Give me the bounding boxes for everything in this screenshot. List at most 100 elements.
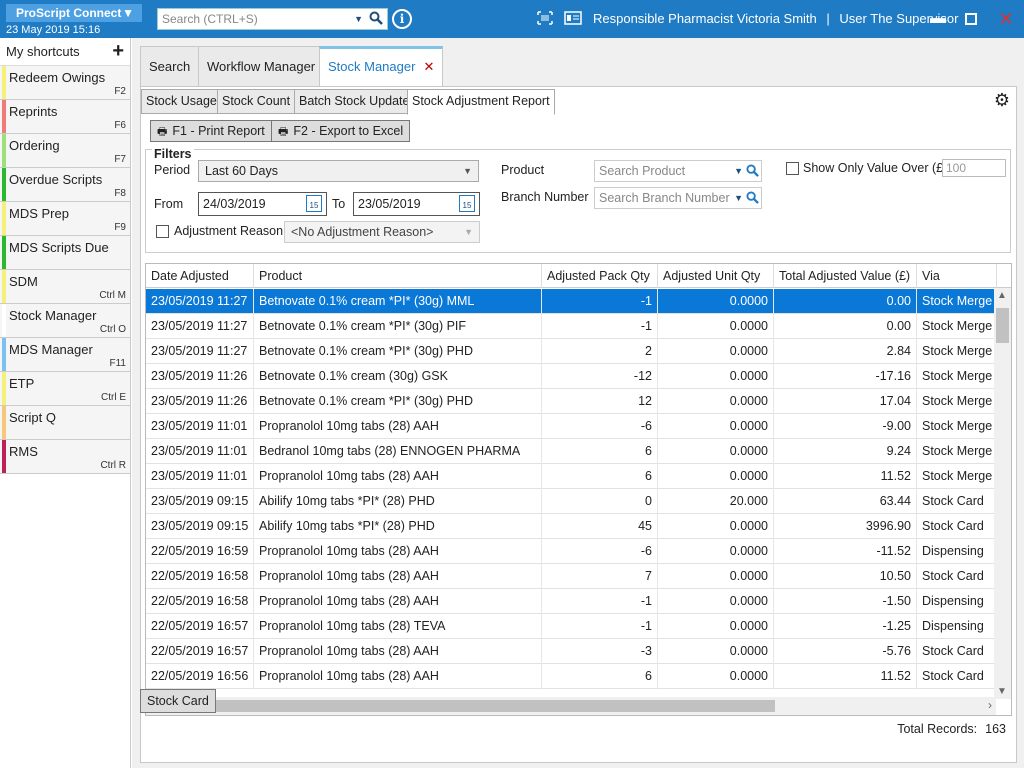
column-header[interactable]: Adjusted Unit Qty	[658, 264, 774, 288]
column-header[interactable]: Product	[254, 264, 542, 288]
table-cell: 0.0000	[658, 364, 774, 389]
scroll-right-icon[interactable]: ›	[988, 698, 992, 712]
pharmacist-label: Responsible Pharmacist	[593, 11, 734, 26]
shortcut-item[interactable]: Script Q	[0, 406, 130, 440]
print-report-button[interactable]: 🖶 F1 - Print Report	[150, 120, 272, 142]
table-row[interactable]: 22/05/2019 16:58 Propranolol 10mg tabs (2…	[146, 564, 997, 589]
vertical-scroll-thumb[interactable]	[996, 308, 1009, 343]
table-row[interactable]: 22/05/2019 16:58 Propranolol 10mg tabs (2…	[146, 589, 997, 614]
value-over-checkbox[interactable]	[786, 162, 799, 175]
filters-panel: Filters Period Last 60 Days ▼ From 24/03/…	[145, 147, 1011, 253]
shortcut-item[interactable]: Redeem Owings F2	[0, 66, 130, 100]
table-row[interactable]: 23/05/2019 11:26 Betnovate 0.1% cream *PI…	[146, 389, 997, 414]
period-select[interactable]: Last 60 Days ▼	[198, 160, 479, 182]
add-shortcut-icon[interactable]: +	[112, 38, 124, 64]
branch-number-search-input[interactable]: Search Branch Number ▼	[594, 187, 762, 209]
adjustment-grid: Date Adjusted Product Adjusted Pack Qty Adj…	[145, 263, 1012, 716]
chevron-down-icon[interactable]: ▼	[734, 188, 743, 208]
adjustment-reason-checkbox[interactable]	[156, 225, 169, 238]
global-search-input[interactable]: Search (CTRL+S) ▼	[157, 8, 388, 30]
branch-placeholder: Search Branch Number	[599, 191, 730, 205]
search-icon[interactable]	[746, 190, 759, 210]
chevron-down-icon[interactable]: ▼	[734, 161, 743, 181]
table-row[interactable]: 23/05/2019 11:01 Bedranol 10mg tabs (28) …	[146, 439, 997, 464]
barcode-scan-icon[interactable]	[537, 11, 553, 28]
column-header[interactable]: Date Adjusted	[146, 264, 254, 288]
table-row[interactable]: 23/05/2019 11:27 Betnovate 0.1% cream *PI…	[146, 314, 997, 339]
table-row[interactable]: 23/05/2019 09:15 Abilify 10mg tabs *PI* (…	[146, 489, 997, 514]
search-icon[interactable]	[369, 11, 383, 31]
shortcut-item[interactable]: MDS Scripts Due	[0, 236, 130, 270]
calendar-icon[interactable]: 15	[459, 195, 475, 212]
scroll-up-icon[interactable]: ▲	[997, 290, 1007, 301]
shortcut-item[interactable]: Stock Manager Ctrl O	[0, 304, 130, 338]
shortcut-color-bar	[2, 168, 6, 201]
info-icon[interactable]: i	[392, 9, 412, 29]
shortcut-item[interactable]: ETP Ctrl E	[0, 372, 130, 406]
table-row[interactable]: 23/05/2019 11:27 Betnovate 0.1% cream *PI…	[146, 289, 997, 314]
shortcut-item[interactable]: MDS Manager F11	[0, 338, 130, 372]
table-row[interactable]: 22/05/2019 16:57 Propranolol 10mg tabs (2…	[146, 614, 997, 639]
tab-stock-manager[interactable]: Stock Manager ✕	[319, 46, 444, 86]
close-window-button[interactable]: ✕	[995, 8, 1017, 30]
shortcut-item[interactable]: MDS Prep F9	[0, 202, 130, 236]
tab-workflow-manager[interactable]: Workflow Manager	[198, 46, 325, 86]
to-date-field[interactable]: 23/05/2019 15	[353, 192, 480, 216]
shortcut-key: Ctrl E	[101, 392, 126, 403]
stock-card-button[interactable]: Stock Card	[140, 689, 216, 713]
gear-icon[interactable]: ⚙	[994, 90, 1010, 111]
subtab-stock-adjustment-report[interactable]: Stock Adjustment Report	[407, 89, 555, 115]
shortcut-item[interactable]: Overdue Scripts F8	[0, 168, 130, 202]
vertical-scrollbar[interactable]: ▲ ▼	[994, 288, 1011, 699]
calendar-icon[interactable]: 15	[306, 195, 322, 212]
horizontal-scroll-thumb[interactable]	[163, 700, 775, 712]
table-row[interactable]: 23/05/2019 11:01 Propranolol 10mg tabs (2…	[146, 464, 997, 489]
search-icon[interactable]	[746, 163, 759, 183]
value-over-input[interactable]: 100	[942, 159, 1006, 177]
table-cell: 0.0000	[658, 564, 774, 589]
app-menu-button[interactable]: ProScript Connect ▼	[6, 4, 142, 22]
table-row[interactable]: 23/05/2019 09:15 Abilify 10mg tabs *PI* (…	[146, 514, 997, 539]
table-cell: 12	[542, 389, 658, 414]
maximize-button[interactable]	[960, 8, 982, 30]
id-card-icon[interactable]	[564, 11, 582, 28]
product-search-input[interactable]: Search Product ▼	[594, 160, 762, 182]
minimize-button[interactable]: ▬	[927, 8, 949, 30]
table-row[interactable]: 23/05/2019 11:01 Propranolol 10mg tabs (2…	[146, 414, 997, 439]
table-row[interactable]: 22/05/2019 16:59 Propranolol 10mg tabs (2…	[146, 539, 997, 564]
subtab-batch-stock-update[interactable]: Batch Stock Update	[294, 89, 415, 114]
export-excel-button[interactable]: 🖶 F2 - Export to Excel	[271, 120, 411, 142]
value-over-label: Show Only Value Over (£)	[803, 161, 948, 175]
table-cell: Stock Card	[917, 664, 997, 689]
chevron-down-icon: ▼	[463, 166, 472, 176]
subtab-stock-usage[interactable]: Stock Usage	[141, 89, 222, 114]
table-row[interactable]: 23/05/2019 11:26 Betnovate 0.1% cream (30…	[146, 364, 997, 389]
table-cell: 11.52	[774, 664, 917, 689]
close-tab-icon[interactable]: ✕	[423, 59, 434, 74]
horizontal-scrollbar[interactable]: ‹ ›	[146, 697, 996, 715]
table-row[interactable]: 23/05/2019 11:27 Betnovate 0.1% cream *PI…	[146, 339, 997, 364]
adjustment-reason-select[interactable]: <No Adjustment Reason> ▼	[284, 221, 480, 243]
table-cell: 0.0000	[658, 414, 774, 439]
subtab-stock-count[interactable]: Stock Count	[217, 89, 296, 114]
column-header[interactable]: Total Adjusted Value (£)	[774, 264, 917, 288]
shortcut-color-bar	[2, 66, 6, 99]
table-cell: Stock Card	[917, 489, 997, 514]
period-value: Last 60 Days	[205, 164, 278, 178]
search-dropdown-icon[interactable]: ▼	[354, 9, 363, 29]
table-cell: 0.0000	[658, 589, 774, 614]
shortcut-item[interactable]: RMS Ctrl R	[0, 440, 130, 474]
shortcut-item[interactable]: Ordering F7	[0, 134, 130, 168]
table-row[interactable]: 22/05/2019 16:56 Propranolol 10mg tabs (2…	[146, 664, 997, 689]
column-header[interactable]: Via	[917, 264, 997, 288]
shortcut-item[interactable]: Reprints F6	[0, 100, 130, 134]
table-cell: 0.0000	[658, 514, 774, 539]
scroll-down-icon[interactable]: ▼	[997, 686, 1007, 697]
shortcut-item[interactable]: SDM Ctrl M	[0, 270, 130, 304]
search-placeholder: Search (CTRL+S)	[162, 12, 258, 26]
column-header[interactable]: Adjusted Pack Qty	[542, 264, 658, 288]
table-row[interactable]: 22/05/2019 16:57 Propranolol 10mg tabs (2…	[146, 639, 997, 664]
tab-search[interactable]: Search	[140, 46, 200, 86]
table-cell: Stock Merge	[917, 389, 997, 414]
from-date-field[interactable]: 24/03/2019 15	[198, 192, 327, 216]
